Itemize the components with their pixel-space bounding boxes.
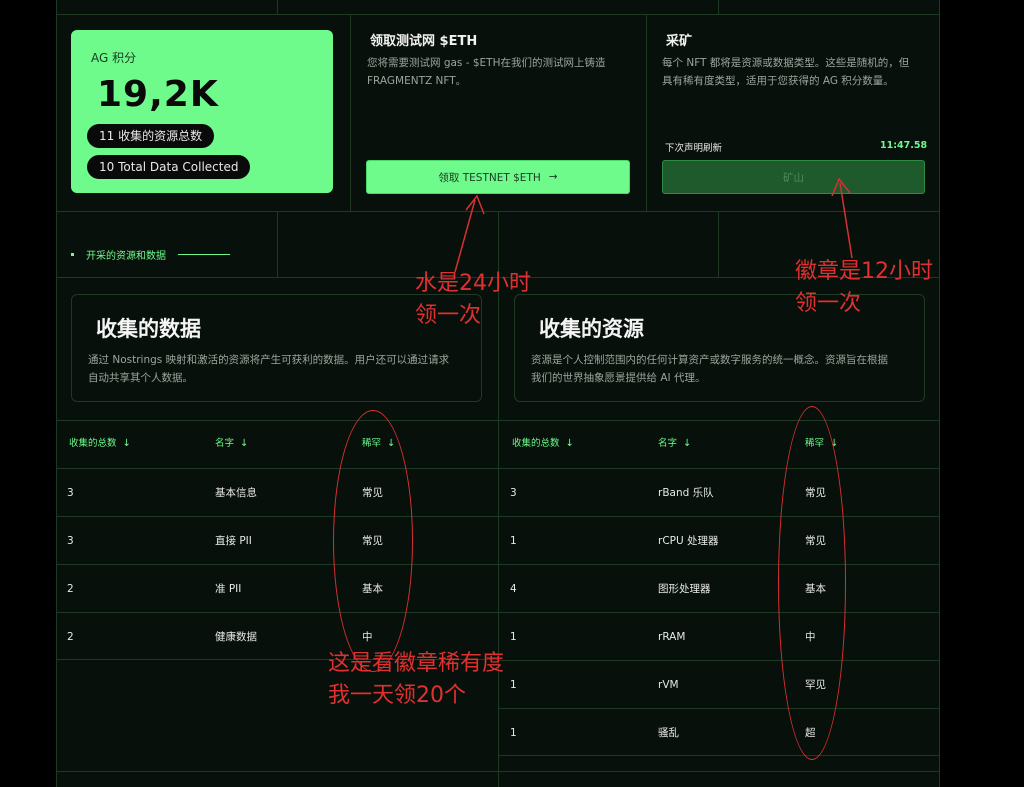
annotation-water: 水是24小时 领一次 [415, 271, 531, 328]
annotation-rarity: 这是看徽章稀有度 我一天领20个 [328, 651, 505, 708]
annotation-arrows [454, 177, 853, 273]
annotation-badge: 徽章是12小时 领一次 [795, 259, 933, 316]
